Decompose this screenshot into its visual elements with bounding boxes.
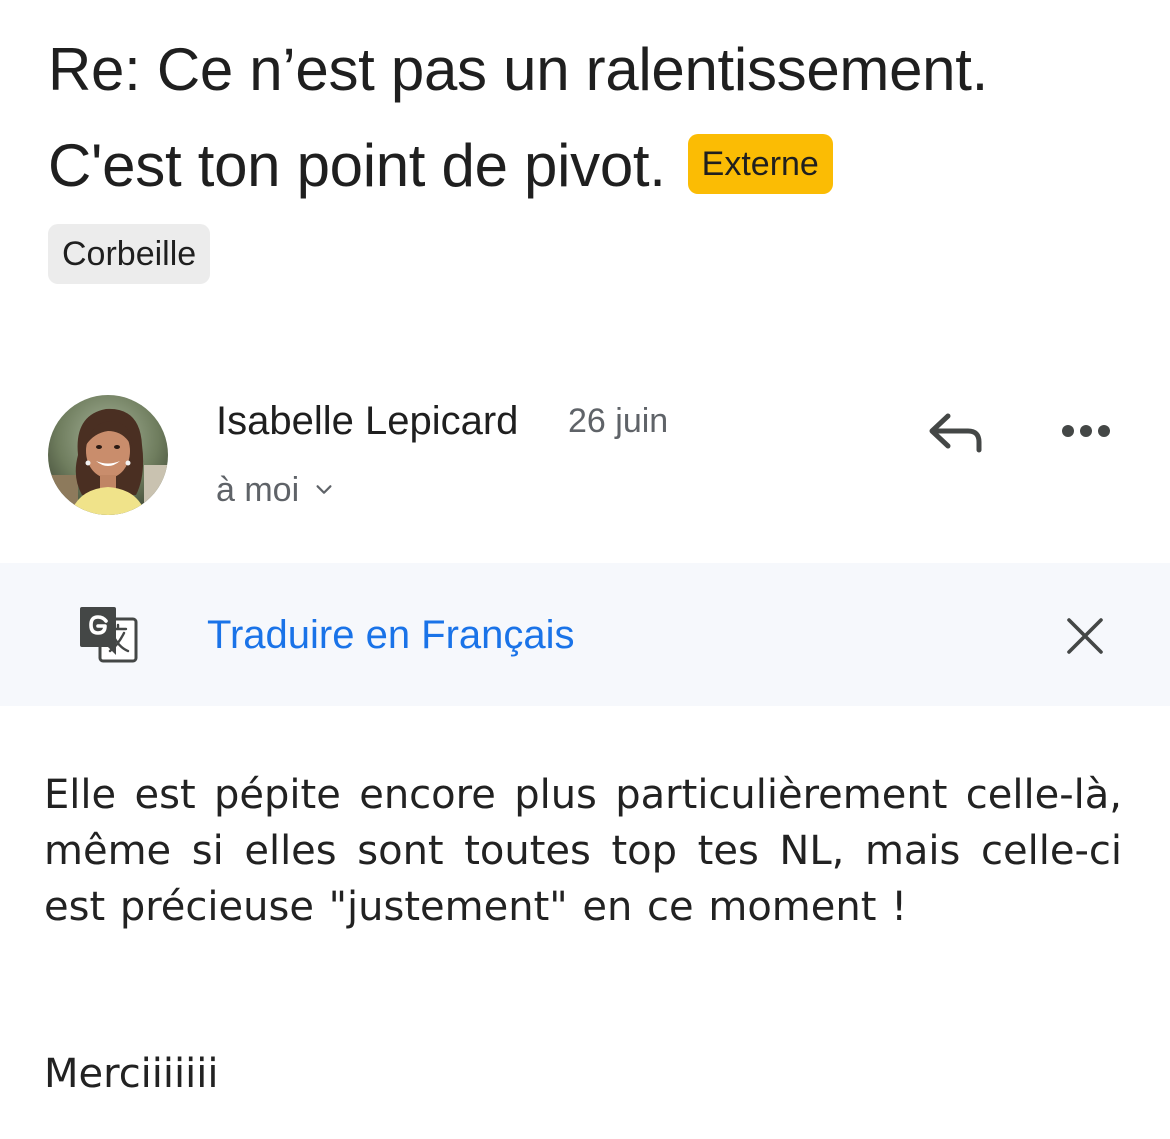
sender-name[interactable]: Isabelle Lepicard — [216, 395, 518, 447]
email-date: 26 juin — [568, 402, 669, 440]
close-translate-button[interactable] — [1066, 617, 1104, 655]
avatar-photo-icon — [48, 395, 168, 515]
google-translate-icon — [78, 605, 138, 665]
reply-arrow-icon — [929, 413, 982, 453]
email-view: Re: Ce n’est pas un ralentissement. C'es… — [0, 0, 1170, 1139]
translate-link[interactable]: Traduire en Français — [207, 609, 575, 661]
email-body-paragraph: Elle est pépite encore plus particulière… — [44, 772, 1122, 930]
close-icon — [1067, 618, 1103, 654]
translate-banner: Traduire en Français — [0, 563, 1170, 706]
recipient-label: à moi — [216, 471, 300, 509]
external-badge: Externe — [687, 134, 833, 195]
chevron-down-icon — [316, 485, 332, 494]
more-horizontal-icon — [1062, 425, 1110, 437]
reply-button[interactable] — [922, 402, 988, 462]
sender-avatar[interactable] — [48, 395, 168, 515]
email-subject: Re: Ce n’est pas un ralentissement. C'es… — [48, 22, 1128, 214]
email-body-signoff: Merciiiiiii — [44, 1051, 219, 1097]
subject-text: Re: Ce n’est pas un ralentissement. C'es… — [48, 36, 988, 199]
more-options-button[interactable] — [1054, 410, 1118, 450]
label-chip-trash[interactable]: Corbeille — [48, 224, 211, 284]
recipient-details-toggle[interactable]: à moi — [216, 466, 335, 514]
